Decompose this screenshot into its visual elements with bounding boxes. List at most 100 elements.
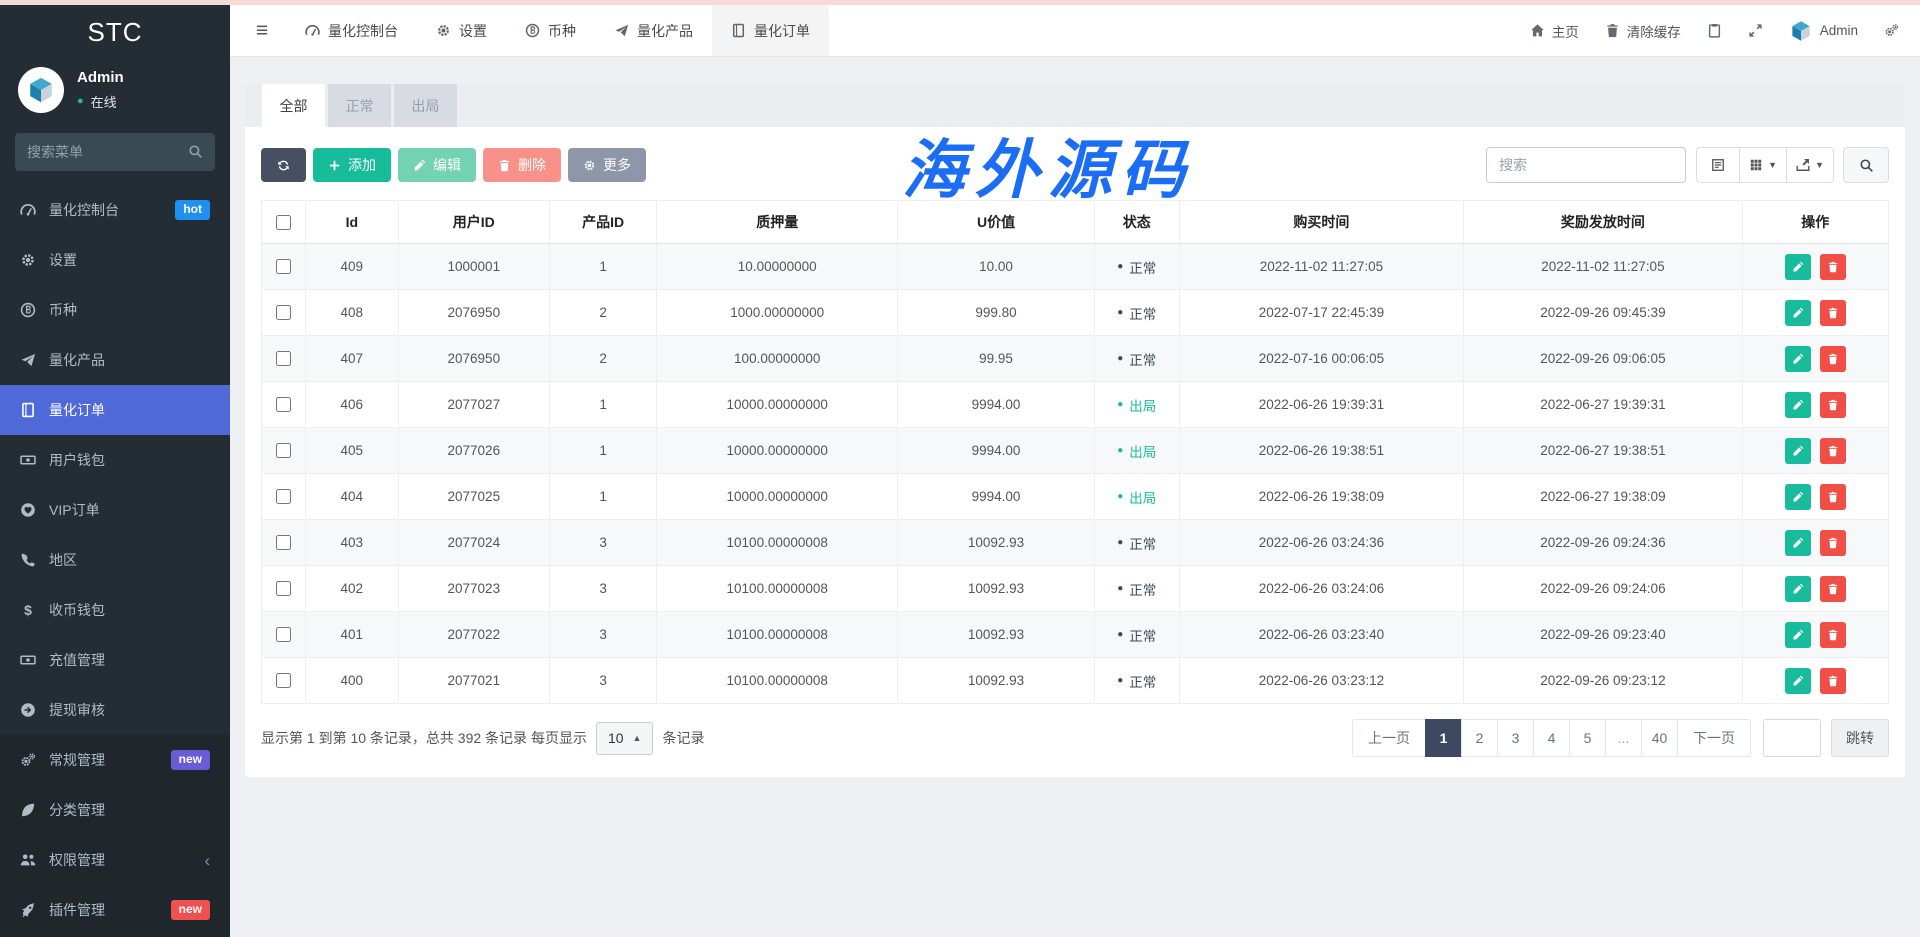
filter-tab-2[interactable]: 出局 bbox=[394, 84, 457, 127]
user-menu[interactable]: Admin bbox=[1776, 5, 1871, 56]
edit-button[interactable]: 编辑 bbox=[398, 148, 476, 182]
row-edit-button[interactable] bbox=[1785, 622, 1811, 648]
row-edit-button[interactable] bbox=[1785, 530, 1811, 556]
page-item-2[interactable]: 2 bbox=[1461, 719, 1498, 757]
row-delete-button[interactable] bbox=[1820, 392, 1846, 418]
table-search-input[interactable] bbox=[1486, 147, 1686, 183]
export-button[interactable]: ▼ bbox=[1786, 147, 1834, 183]
row-checkbox[interactable] bbox=[276, 673, 291, 688]
row-edit-button[interactable] bbox=[1785, 576, 1811, 602]
sidebar-item-6[interactable]: VIP订单 bbox=[0, 485, 230, 535]
row-checkbox[interactable] bbox=[276, 581, 291, 596]
row-checkbox[interactable] bbox=[276, 397, 291, 412]
sidebar-item-11[interactable]: 常规管理 new bbox=[0, 735, 230, 785]
fullscreen-button[interactable] bbox=[1735, 5, 1776, 56]
cell-reward-time: 2022-09-26 09:23:12 bbox=[1464, 658, 1742, 704]
more-button[interactable]: 更多 bbox=[568, 148, 646, 182]
row-delete-button[interactable] bbox=[1820, 668, 1846, 694]
cell-reward-time: 2022-06-27 19:38:51 bbox=[1464, 428, 1742, 474]
row-checkbox[interactable] bbox=[276, 627, 291, 642]
pencil-icon bbox=[1792, 399, 1804, 411]
row-delete-button[interactable] bbox=[1820, 530, 1846, 556]
row-delete-button[interactable] bbox=[1820, 346, 1846, 372]
cell-product-id: 3 bbox=[549, 658, 656, 704]
page-item-5[interactable]: 5 bbox=[1569, 719, 1606, 757]
row-checkbox[interactable] bbox=[276, 305, 291, 320]
row-checkbox[interactable] bbox=[276, 535, 291, 550]
sidebar-item-10[interactable]: 提现审核 bbox=[0, 685, 230, 735]
page-item-1[interactable]: 1 bbox=[1425, 719, 1462, 757]
row-delete-button[interactable] bbox=[1820, 576, 1846, 602]
cell-product-id: 2 bbox=[549, 290, 656, 336]
paste-button[interactable] bbox=[1694, 5, 1735, 56]
sidebar-item-0[interactable]: 量化控制台 hot bbox=[0, 185, 230, 235]
row-delete-button[interactable] bbox=[1820, 438, 1846, 464]
row-checkbox[interactable] bbox=[276, 351, 291, 366]
nav-tab-4[interactable]: 量化订单 bbox=[712, 5, 829, 56]
nav-tab-0[interactable]: 量化控制台 bbox=[286, 5, 417, 56]
row-edit-button[interactable] bbox=[1785, 484, 1811, 510]
page-jump-button[interactable]: 跳转 bbox=[1831, 719, 1889, 757]
row-delete-button[interactable] bbox=[1820, 484, 1846, 510]
sidebar-item-8[interactable]: $ 收币钱包 bbox=[0, 585, 230, 635]
vip-icon bbox=[20, 502, 36, 518]
row-edit-button[interactable] bbox=[1785, 346, 1811, 372]
row-edit-button[interactable] bbox=[1785, 668, 1811, 694]
nav-tab-2[interactable]: 币种 bbox=[506, 5, 595, 56]
hamburger-menu-icon[interactable]: ≡ bbox=[238, 5, 286, 56]
sidebar-item-7[interactable]: 地区 bbox=[0, 535, 230, 585]
page-item-4[interactable]: 4 bbox=[1533, 719, 1570, 757]
refresh-button[interactable] bbox=[261, 148, 306, 182]
page-jump-input[interactable] bbox=[1763, 719, 1821, 757]
sidebar-item-12[interactable]: 分类管理 bbox=[0, 785, 230, 835]
page-item-3[interactable]: 3 bbox=[1497, 719, 1534, 757]
arrow-circle-icon bbox=[20, 702, 36, 718]
row-edit-button[interactable] bbox=[1785, 392, 1811, 418]
row-edit-button[interactable] bbox=[1785, 438, 1811, 464]
cell-id: 402 bbox=[305, 566, 398, 612]
page-size-select[interactable]: 10 ▲ bbox=[596, 722, 654, 755]
page-item-下一页[interactable]: 下一页 bbox=[1677, 719, 1751, 757]
row-checkbox[interactable] bbox=[276, 489, 291, 504]
sidebar-menu-secondary: 常规管理 new 分类管理 权限管理 ‹ 插件管理 new bbox=[0, 735, 230, 937]
row-checkbox[interactable] bbox=[276, 259, 291, 274]
sidebar-item-3[interactable]: 量化产品 bbox=[0, 335, 230, 385]
sidebar-item-9[interactable]: 充值管理 bbox=[0, 635, 230, 685]
row-edit-button[interactable] bbox=[1785, 254, 1811, 280]
filter-tab-1[interactable]: 正常 bbox=[328, 84, 391, 127]
column-header: 产品ID bbox=[549, 201, 656, 244]
clear-cache-link[interactable]: 清除缓存 bbox=[1592, 5, 1694, 56]
sidebar-item-4[interactable]: 量化订单 bbox=[0, 385, 230, 435]
sidebar-item-1[interactable]: 设置 bbox=[0, 235, 230, 285]
page-item-40[interactable]: 40 bbox=[1641, 719, 1678, 757]
row-checkbox[interactable] bbox=[276, 443, 291, 458]
select-all-checkbox[interactable] bbox=[276, 215, 291, 230]
status-dot-icon: ● bbox=[1117, 308, 1123, 318]
cell-buy-time: 2022-06-26 03:23:40 bbox=[1179, 612, 1464, 658]
columns-button[interactable]: ▼ bbox=[1739, 147, 1787, 183]
sidebar-item-13[interactable]: 权限管理 ‹ bbox=[0, 835, 230, 885]
settings-button[interactable] bbox=[1871, 5, 1912, 56]
row-delete-button[interactable] bbox=[1820, 622, 1846, 648]
sidebar-item-2[interactable]: 币种 bbox=[0, 285, 230, 335]
sidebar-item-14[interactable]: 插件管理 new bbox=[0, 885, 230, 935]
search-button[interactable] bbox=[1843, 147, 1889, 183]
filter-tab-0[interactable]: 全部 bbox=[262, 84, 325, 127]
cell-id: 404 bbox=[305, 474, 398, 520]
row-delete-button[interactable] bbox=[1820, 300, 1846, 326]
sidebar-search-input[interactable] bbox=[15, 133, 215, 171]
gear-icon bbox=[436, 23, 451, 38]
cell-user-id: 2077021 bbox=[398, 658, 549, 704]
delete-button[interactable]: 删除 bbox=[483, 148, 561, 182]
nav-tab-1[interactable]: 设置 bbox=[417, 5, 506, 56]
home-link[interactable]: 主页 bbox=[1517, 5, 1592, 56]
sidebar-item-5[interactable]: 用户钱包 bbox=[0, 435, 230, 485]
row-edit-button[interactable] bbox=[1785, 300, 1811, 326]
nav-tab-3[interactable]: 量化产品 bbox=[595, 5, 712, 56]
add-button[interactable]: 添加 bbox=[313, 148, 391, 182]
page-item-上一页[interactable]: 上一页 bbox=[1352, 719, 1426, 757]
toggle-view-button[interactable] bbox=[1696, 147, 1740, 183]
cell-reward-time: 2022-09-26 09:45:39 bbox=[1464, 290, 1742, 336]
cell-pledge: 10100.00000008 bbox=[657, 612, 898, 658]
row-delete-button[interactable] bbox=[1820, 254, 1846, 280]
